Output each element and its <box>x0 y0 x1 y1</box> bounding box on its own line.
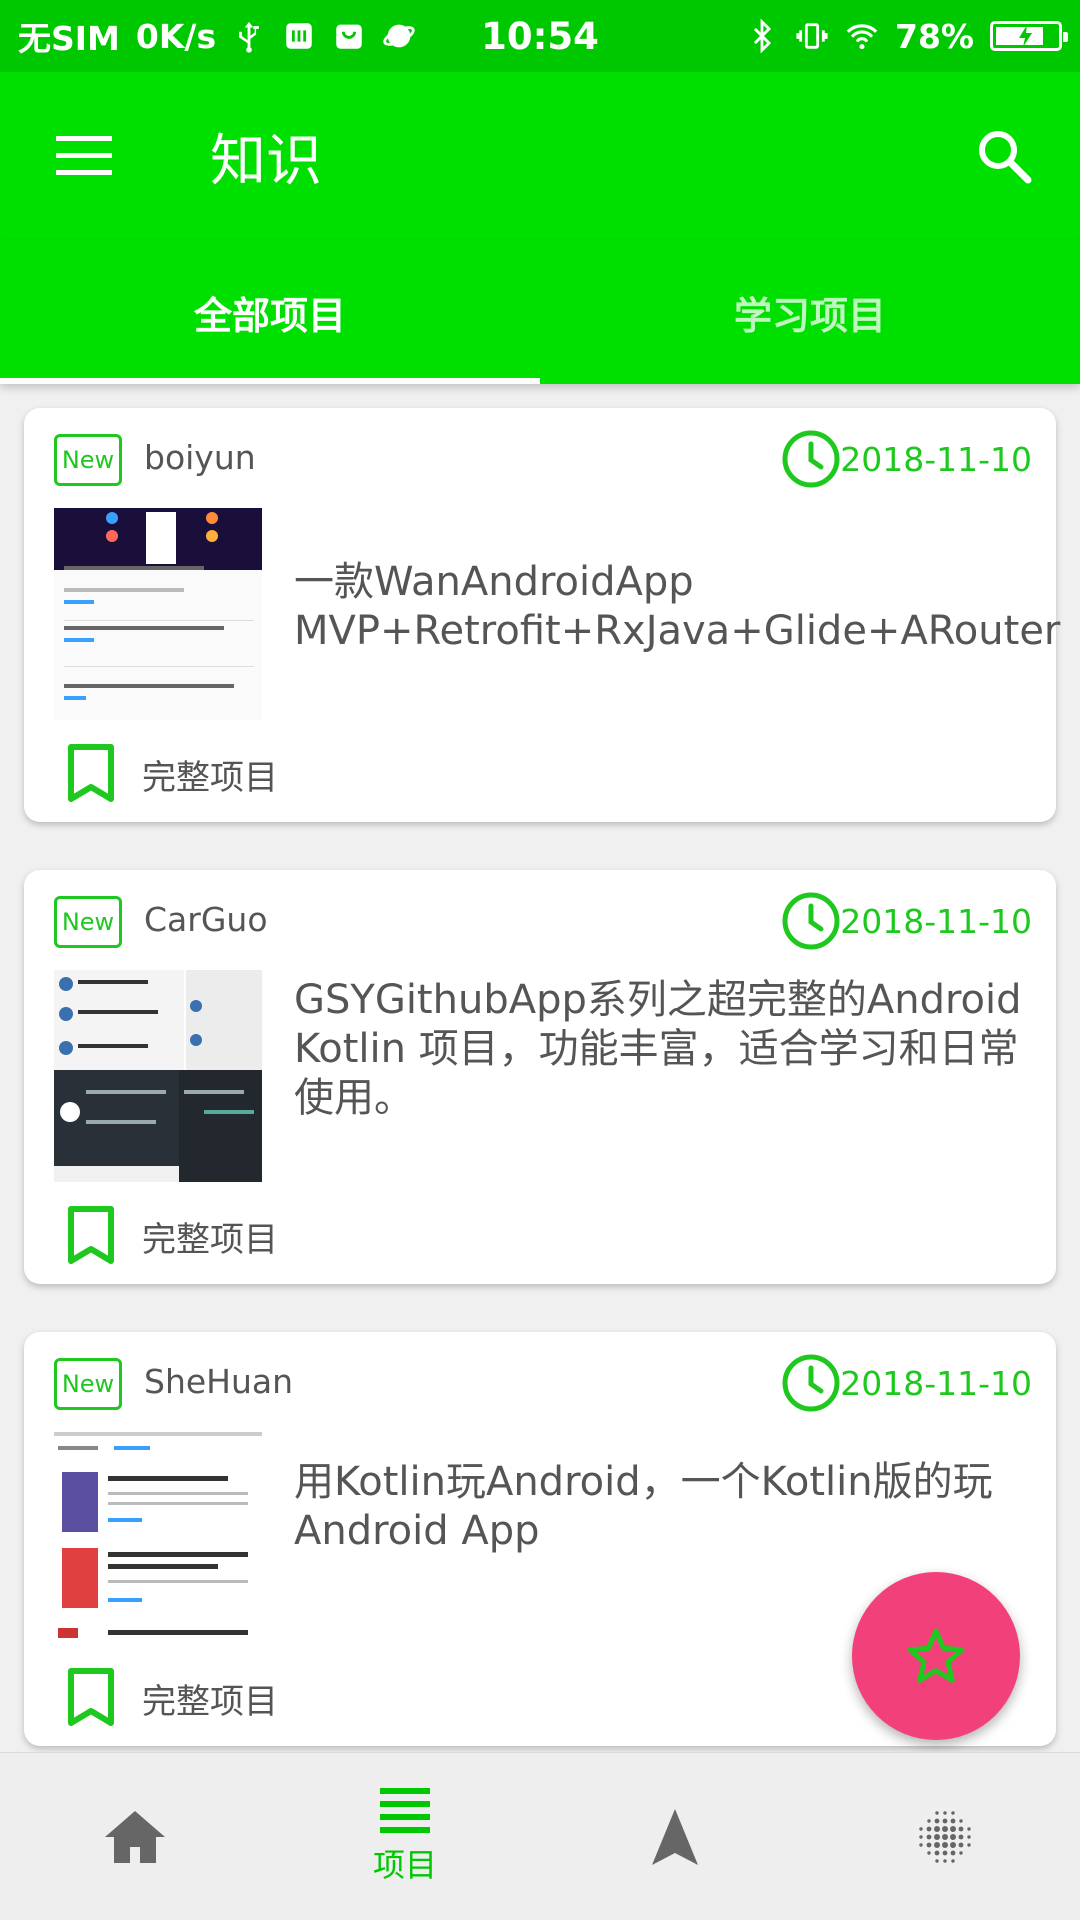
bookmark-icon <box>68 1668 114 1726</box>
clock-icon <box>782 1354 840 1412</box>
project-card[interactable]: New boiyun 2018-11-10 一款WanAndroidApp MV… <box>24 408 1061 822</box>
project-category: 完整项目 <box>142 758 278 798</box>
author-name: SheHuan <box>144 1362 294 1401</box>
menu-icon <box>56 136 112 175</box>
debug-icon <box>286 23 312 49</box>
usb-icon <box>239 21 260 53</box>
project-category: 完整项目 <box>142 1682 278 1722</box>
clock-icon <box>782 892 840 950</box>
project-list[interactable]: New boiyun 2018-11-10 一款WanAndroidApp MV… <box>0 384 1080 1752</box>
page-title: 知识 <box>210 128 322 194</box>
nav-more[interactable] <box>810 1753 1080 1920</box>
project-title: 用Kotlin玩Android，一个Kotlin版的玩Android App <box>294 1459 993 1554</box>
nav-projects[interactable]: 项目 <box>270 1753 540 1920</box>
project-card[interactable]: New CarGuo 2018-11-10 GSYGithubApp系列之超完整… <box>24 870 1056 1284</box>
list-icon <box>380 1787 430 1833</box>
battery-icon <box>990 21 1068 51</box>
search-icon <box>979 131 1032 184</box>
search-button[interactable] <box>958 110 1050 202</box>
publish-date: 2018-11-10 <box>840 902 1032 941</box>
dots-grid-icon <box>919 1810 971 1863</box>
author-name: CarGuo <box>144 900 268 939</box>
tab-learning-projects[interactable]: 学习项目 <box>540 240 1080 384</box>
bluetooth-icon <box>753 19 772 53</box>
tab-bar: 全部项目 学习项目 <box>0 240 1080 384</box>
project-thumbnail[interactable] <box>54 1432 262 1644</box>
navigation-icon <box>652 1808 698 1865</box>
vibrate-icon <box>796 23 828 49</box>
project-category: 完整项目 <box>142 1220 278 1260</box>
bookmark-icon <box>68 744 114 802</box>
new-badge: New <box>54 1358 122 1410</box>
publish-date: 2018-11-10 <box>840 1364 1032 1403</box>
bottom-navigation: 项目 <box>0 1752 1080 1920</box>
battery-percent: 78% <box>895 16 974 56</box>
nav-navigation[interactable] <box>540 1753 810 1920</box>
author-name: boiyun <box>144 438 256 477</box>
wifi-icon <box>846 24 878 50</box>
planet-icon <box>383 24 415 48</box>
app-bar: 知识 <box>0 72 1080 240</box>
favorite-fab-button[interactable] <box>852 1572 1020 1740</box>
status-right: 78% <box>745 16 1068 56</box>
project-title: 一款WanAndroidApp MVP+Retrofit+RxJava+Glid… <box>294 559 1061 654</box>
network-speed: 0K/s <box>135 16 217 56</box>
carrier-text: 无SIM <box>18 19 120 58</box>
bag-icon <box>336 24 362 49</box>
star-icon <box>907 1628 965 1683</box>
status-bar: 无SIM 0K/s 10:54 78% <box>0 0 1080 72</box>
home-icon <box>105 1810 165 1863</box>
tab-all-projects[interactable]: 全部项目 <box>0 240 540 384</box>
publish-date: 2018-11-10 <box>840 440 1032 479</box>
menu-button[interactable] <box>38 110 130 202</box>
new-badge: New <box>54 896 122 948</box>
nav-projects-label: 项目 <box>372 1845 437 1884</box>
new-badge: New <box>54 434 122 486</box>
status-left: 无SIM 0K/s <box>18 12 416 60</box>
clock-icon <box>782 430 840 488</box>
charging-icon <box>1019 25 1032 47</box>
project-title: GSYGithubApp系列之超完整的Android Kotlin 项目，功能丰… <box>294 977 1022 1121</box>
nav-home[interactable] <box>0 1753 270 1920</box>
project-thumbnail[interactable] <box>54 970 262 1182</box>
bookmark-icon <box>68 1206 114 1264</box>
project-thumbnail[interactable] <box>54 508 262 720</box>
